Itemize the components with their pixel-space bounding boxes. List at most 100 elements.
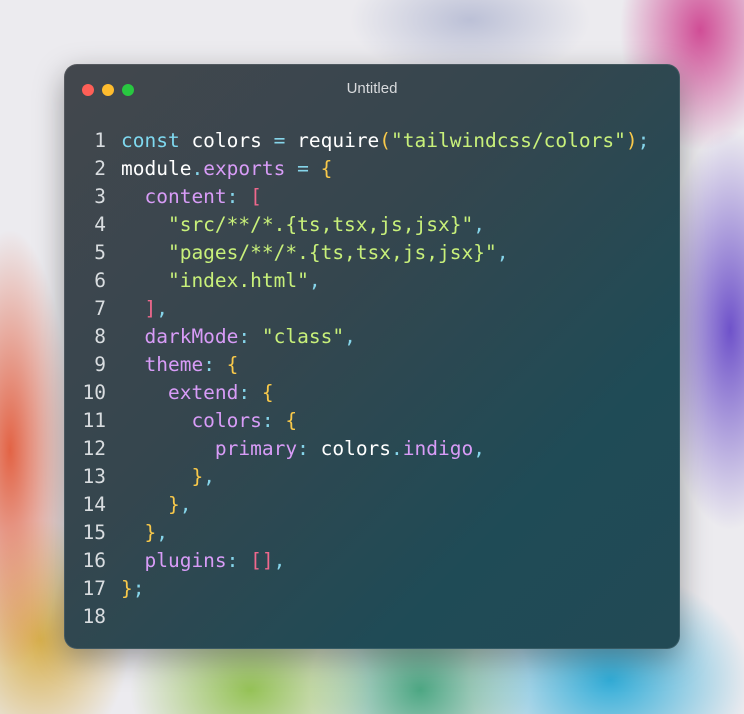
line-number: 6 <box>94 269 106 292</box>
code-token: colors <box>320 437 392 460</box>
code-token: } <box>121 465 204 488</box>
code-line[interactable]: 7 ], <box>64 295 680 323</box>
code-line[interactable]: 12 primary: colors.indigo, <box>64 435 680 463</box>
code-token: module <box>121 157 192 180</box>
code-token: , <box>179 493 192 516</box>
code-text: theme: { <box>121 353 238 376</box>
line-number: 5 <box>94 241 106 264</box>
code-token: . <box>191 157 204 180</box>
code-editor[interactable]: 1 const colors = require("tailwindcss/col… <box>64 127 680 631</box>
code-token: , <box>273 549 286 572</box>
code-text: primary: colors.indigo, <box>121 437 485 460</box>
code-token: ; <box>132 577 145 600</box>
line-number: 10 <box>82 381 106 404</box>
code-line[interactable]: 6 "index.html", <box>64 267 680 295</box>
code-token: "class" <box>261 325 345 348</box>
code-token: "pages/**/*.{ts,tsx,js,jsx}" <box>121 241 497 264</box>
code-token: , <box>473 437 485 460</box>
code-token: , <box>473 213 485 236</box>
code-text: content: [ <box>121 185 262 208</box>
code-token: const <box>121 129 180 152</box>
line-number: 2 <box>94 157 106 180</box>
code-line[interactable]: 13 }, <box>64 463 680 491</box>
code-token: "tailwindcss/colors" <box>391 129 626 152</box>
line-number: 4 <box>94 213 106 236</box>
code-line[interactable]: 4 "src/**/*.{ts,tsx,js,jsx}", <box>64 211 680 239</box>
code-text: }; <box>121 577 145 600</box>
code-text: }, <box>121 493 192 516</box>
code-line[interactable]: 9 theme: { <box>64 351 680 379</box>
code-token: } <box>121 577 133 600</box>
code-token: } <box>121 493 180 516</box>
code-token: primary <box>121 437 298 460</box>
code-text: "pages/**/*.{ts,tsx,js,jsx}", <box>121 241 508 264</box>
code-token: colors <box>121 409 262 432</box>
code-line[interactable]: 14 }, <box>64 491 680 519</box>
code-line[interactable]: 2 module.exports = { <box>64 155 680 183</box>
code-line[interactable]: 5 "pages/**/*.{ts,tsx,js,jsx}", <box>64 239 680 267</box>
code-token: : <box>226 549 251 572</box>
code-token: , <box>344 325 356 348</box>
code-line[interactable]: 1 const colors = require("tailwindcss/col… <box>64 127 680 155</box>
code-token: , <box>308 269 321 292</box>
code-token: , <box>496 241 509 264</box>
code-text: module.exports = { <box>121 157 332 180</box>
code-token: indigo <box>402 437 474 460</box>
code-token: , <box>156 297 168 320</box>
code-token: plugins <box>121 549 227 572</box>
code-text: const colors = require("tailwindcss/colo… <box>121 129 649 152</box>
line-number: 8 <box>94 325 106 348</box>
code-token: . <box>391 437 403 460</box>
code-text: plugins: [], <box>121 549 285 572</box>
line-number: 18 <box>82 605 106 628</box>
code-token: colors <box>179 129 274 152</box>
code-token: : <box>238 325 262 348</box>
code-token: require <box>285 129 380 152</box>
code-line[interactable]: 18 <box>64 603 680 631</box>
code-token: ) <box>625 129 638 152</box>
code-token: "index.html" <box>121 269 309 292</box>
code-token: = <box>285 157 321 180</box>
line-number: 3 <box>94 185 106 208</box>
code-token: { <box>226 353 239 376</box>
line-number: 7 <box>94 297 106 320</box>
code-line[interactable]: 10 extend: { <box>64 379 680 407</box>
code-token: : <box>297 437 321 460</box>
code-token: theme <box>121 353 204 376</box>
code-line[interactable]: 3 content: [ <box>64 183 680 211</box>
desktop-background: { "window": { "title": "Untitled", "cont… <box>0 0 744 714</box>
code-window: Untitled 1 const colors = require("tailwi… <box>64 64 680 649</box>
code-token: darkMode <box>121 325 239 348</box>
code-token: ( <box>379 129 392 152</box>
window-titlebar[interactable]: Untitled <box>64 64 680 114</box>
code-token: [] <box>250 549 274 572</box>
code-text: extend: { <box>121 381 274 404</box>
code-text: "index.html", <box>121 269 321 292</box>
code-token: ; <box>637 129 650 152</box>
code-token: } <box>121 521 157 544</box>
code-line[interactable]: 11 colors: { <box>64 407 680 435</box>
code-text: "src/**/*.{ts,tsx,js,jsx}", <box>121 213 485 236</box>
line-number: 15 <box>82 521 106 544</box>
code-line[interactable]: 8 darkMode: "class", <box>64 323 680 351</box>
line-number: 14 <box>82 493 106 516</box>
line-number: 12 <box>82 437 106 460</box>
code-token: content <box>121 185 227 208</box>
code-text: ], <box>121 297 168 320</box>
code-token: : <box>203 353 227 376</box>
code-line[interactable]: 15 }, <box>64 519 680 547</box>
code-line[interactable]: 16 plugins: [], <box>64 547 680 575</box>
line-number: 9 <box>94 353 106 376</box>
code-token: : <box>238 381 262 404</box>
code-token: [ <box>250 185 262 208</box>
code-line[interactable]: 17}; <box>64 575 680 603</box>
code-text: }, <box>121 465 215 488</box>
line-number: 13 <box>82 465 106 488</box>
code-token: ] <box>121 297 157 320</box>
code-token: { <box>320 157 333 180</box>
code-token: , <box>203 465 215 488</box>
code-token: : <box>261 409 286 432</box>
code-token: "src/**/*.{ts,tsx,js,jsx}" <box>121 213 474 236</box>
code-token: exports <box>203 157 286 180</box>
line-number: 1 <box>94 129 106 152</box>
